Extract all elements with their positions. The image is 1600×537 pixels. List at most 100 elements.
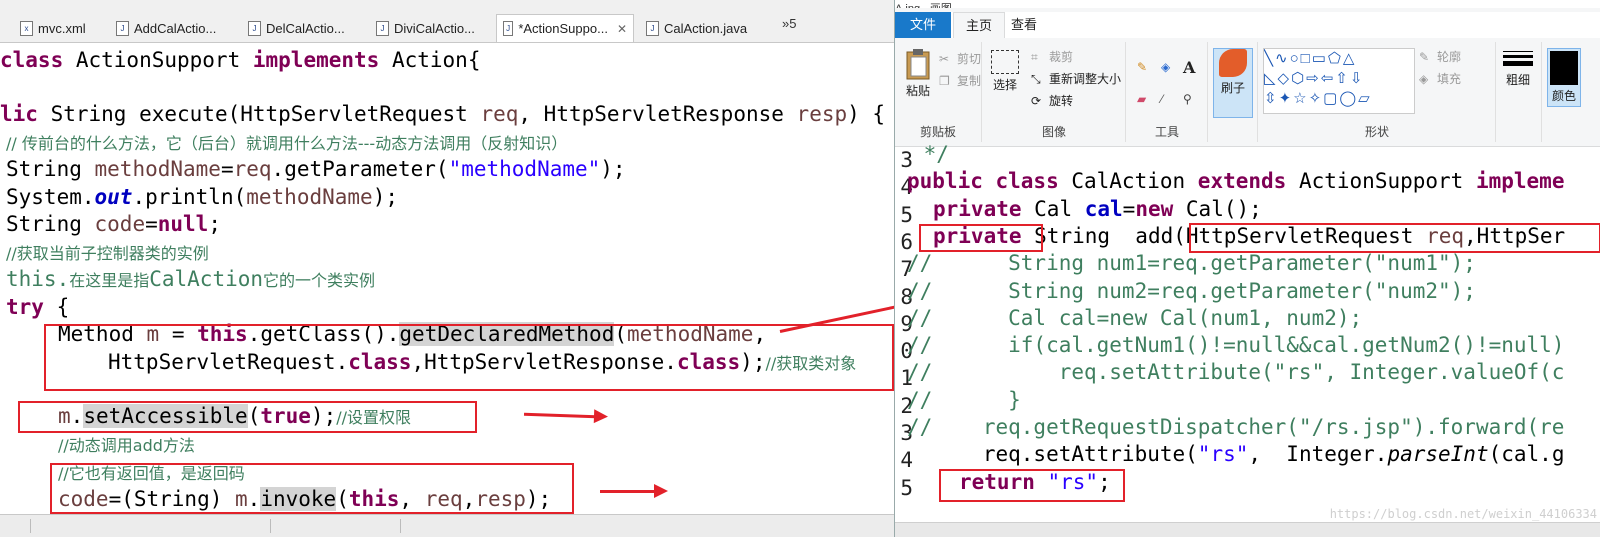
code-comment: // Cal cal=new Cal(num1, num2);: [907, 306, 1363, 330]
code-line: System.out.println(methodName);: [6, 185, 398, 209]
select-icon: [991, 50, 1019, 74]
ribbon: 粘贴 ✂ 剪切 ❐ 复制 剪贴板 选择 ⌗ 裁剪 ⤡ 重新调整大小 ⟳ 旋转 图像 ✎ ◈…: [895, 38, 1600, 147]
annotation-box-private: [919, 224, 1043, 252]
eclipse-editor: x mvc.xml J AddCalActio... J DelCalActio...…: [0, 0, 894, 537]
paste-button[interactable]: 粘贴: [905, 48, 931, 99]
eraser-icon[interactable]: ▰: [1137, 92, 1146, 106]
cut-button[interactable]: ✂ 剪切: [939, 50, 981, 67]
status-divider: [30, 519, 31, 533]
code-comment: // 传前台的什么方法，它（后台）就调用什么方法---动态方法调用（反射知识）: [6, 134, 568, 153]
status-bar: [0, 514, 894, 537]
clipboard-icon: [906, 49, 930, 80]
tab-delcalaction[interactable]: J DelCalActio...: [242, 16, 351, 40]
java-file-icon: J: [376, 20, 389, 36]
tab-divicalaction[interactable]: J DiviCalActio...: [370, 16, 481, 40]
text-icon[interactable]: A: [1183, 58, 1195, 77]
annotation-box-httpservletrequest: [1189, 223, 1600, 253]
fill-button[interactable]: ◈ 填充: [1419, 70, 1461, 87]
tab-addcalaction[interactable]: J AddCalActio...: [110, 16, 222, 40]
code-comment: // if(cal.getNum1()!=null&&cal.getNum2()…: [907, 333, 1565, 357]
code-line: req.setAttribute("rs", Integer.parseInt(…: [907, 442, 1565, 466]
watermark: https://blog.csdn.net/weixin_44106334: [1329, 507, 1597, 521]
code-comment: // }: [907, 388, 1021, 412]
copy-button[interactable]: ❐ 复制: [939, 72, 981, 89]
group-label: 形状: [1364, 125, 1389, 139]
resize-icon: ⤡: [1031, 71, 1041, 86]
code-line: lic String execute(HttpServletRequest re…: [0, 102, 886, 126]
title-bar: A.jpg - 画图: [895, 0, 1600, 8]
scissors-icon: ✂: [939, 51, 950, 66]
line-number: 5: [900, 476, 913, 500]
fill-bucket-icon: ◈: [1419, 71, 1429, 86]
java-file-icon: J: [646, 20, 659, 36]
annotation-arrow: [600, 484, 668, 498]
tab-file[interactable]: 文件: [895, 12, 951, 38]
code-comment: //动态调用add方法: [58, 436, 195, 455]
code-editor-left[interactable]: class ActionSupport implements Action{ l…: [0, 42, 894, 522]
group-clipboard: 粘贴 ✂ 剪切 ❐ 复制 剪贴板: [895, 42, 982, 142]
status-divider: [270, 519, 271, 533]
color-picker-icon[interactable]: ⁄: [1161, 92, 1163, 106]
group-label: 图像: [1041, 125, 1066, 139]
group-label: 剪贴板: [919, 125, 956, 139]
group-size: 粗细: [1497, 42, 1542, 142]
code-comment: // String num2=req.getParameter("num2");: [907, 279, 1476, 303]
fill-icon[interactable]: ◈: [1161, 60, 1170, 74]
code-line: */: [911, 142, 949, 166]
color-swatch: [1550, 51, 1578, 85]
tab-actionsupport[interactable]: J *ActionSuppo... ✕: [496, 14, 634, 42]
status-divider: [400, 519, 401, 533]
outline-icon: ✎: [1419, 49, 1430, 64]
code-comment: // req.setAttribute("rs", Integer.valueO…: [907, 360, 1565, 384]
code-line: try {: [6, 295, 70, 319]
annotation-box-return: [939, 469, 1125, 502]
pencil-icon[interactable]: ✎: [1137, 60, 1147, 74]
copy-icon: ❐: [939, 73, 950, 88]
group-image: 选择 ⌗ 裁剪 ⤡ 重新调整大小 ⟳ 旋转 图像: [983, 42, 1126, 142]
code-line: public class CalAction extends ActionSup…: [907, 169, 1565, 193]
line-number: 5: [900, 203, 913, 227]
tab-home[interactable]: 主页: [953, 12, 1006, 39]
shapes-gallery[interactable]: ╲∿○□▭⬠△ ◺◇⬡⇨⇦⇧⇩ ⇳✦☆✧▢◯▱: [1263, 48, 1415, 114]
paint-canvas[interactable]: 3 4 5 6 7 8 9 0 1 2 3 4 5 */ public clas…: [895, 142, 1600, 537]
code-line: class ActionSupport implements Action{: [0, 48, 481, 72]
paint-window: A.jpg - 画图 文件 主页 查看 粘贴 ✂剪切 ❐复制 剪贴板 选择 ⌗裁…: [894, 0, 1600, 537]
code-comment: this.在这里是指CalAction它的一个类实例: [6, 267, 376, 291]
java-file-icon: J: [503, 21, 514, 36]
code-line: String methodName=req.getParameter("meth…: [6, 157, 626, 181]
ribbon-tab-bar: 文件 主页 查看: [895, 12, 1600, 39]
crop-icon: ⌗: [1031, 49, 1038, 64]
line-width-icon: [1503, 48, 1533, 69]
crop-button[interactable]: ⌗ 裁剪: [1031, 48, 1073, 65]
code-line: String code=null;: [6, 212, 221, 236]
color1-button[interactable]: 颜色: [1547, 48, 1581, 107]
tab-view[interactable]: 查看: [999, 12, 1049, 38]
annotation-box-getdeclaredmethod: [44, 324, 894, 391]
code-comment: // String num1=req.getParameter("num1");: [907, 251, 1476, 275]
group-shapes: ╲∿○□▭⬠△ ◺◇⬡⇨⇦⇧⇩ ⇳✦☆✧▢◯▱ ✎ 轮廓 ◈ 填充 形状: [1259, 42, 1496, 142]
java-file-icon: J: [116, 20, 129, 36]
brush-button[interactable]: 刷子: [1213, 48, 1253, 118]
rotate-icon: ⟳: [1031, 93, 1042, 108]
select-button[interactable]: 选择: [991, 50, 1019, 93]
xml-file-icon: x: [20, 20, 33, 36]
magnifier-icon[interactable]: ⚲: [1183, 92, 1192, 106]
horizontal-scrollbar[interactable]: [895, 522, 1600, 537]
rotate-button[interactable]: ⟳ 旋转: [1031, 92, 1073, 109]
group-brush: 刷子: [1209, 42, 1258, 142]
code-comment: // req.getRequestDispatcher("/rs.jsp").f…: [907, 415, 1565, 439]
outline-button[interactable]: ✎ 轮廓: [1419, 48, 1461, 65]
editor-tab-bar: x mvc.xml J AddCalActio... J DelCalActio...…: [0, 0, 894, 43]
tab-overflow-button[interactable]: »5: [782, 16, 796, 31]
resize-button[interactable]: ⤡ 重新调整大小: [1031, 70, 1121, 87]
close-icon[interactable]: ✕: [617, 22, 627, 36]
group-label: 工具: [1154, 125, 1179, 139]
size-button[interactable]: 粗细: [1503, 48, 1533, 88]
annotation-box-invoke: [50, 463, 574, 514]
group-color: 颜色: [1543, 42, 1600, 142]
code-line: private Cal cal=new Cal();: [933, 197, 1262, 221]
brush-icon: [1219, 49, 1247, 77]
tab-mvc-xml[interactable]: x mvc.xml: [14, 16, 92, 40]
java-file-icon: J: [248, 20, 261, 36]
tab-calaction-java[interactable]: J CalAction.java: [640, 16, 753, 40]
